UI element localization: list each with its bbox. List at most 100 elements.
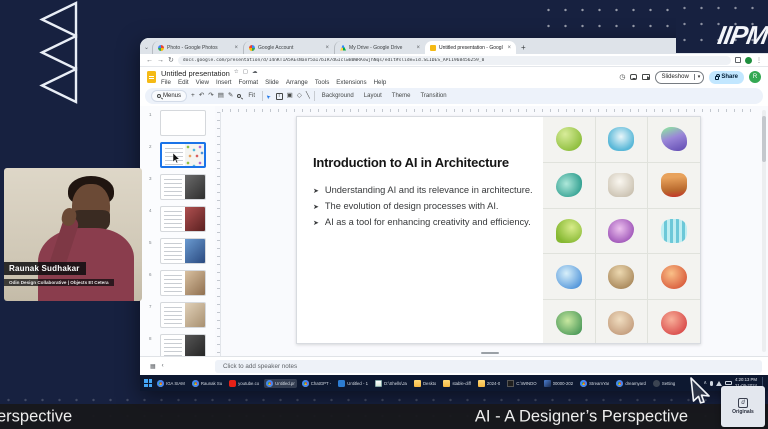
gallery-cell[interactable]: [648, 209, 700, 254]
taskbar-settings[interactable]: Setting: [651, 379, 677, 388]
tab-close-icon[interactable]: ×: [508, 45, 512, 51]
slide-title[interactable]: Introduction to AI in Architecture: [313, 155, 573, 170]
browser-tab[interactable]: Untitled presentation - Googl ×: [425, 41, 516, 54]
scrollbar-thumb[interactable]: [762, 116, 766, 162]
tab-close-icon[interactable]: ×: [326, 45, 330, 51]
gallery-cell[interactable]: [543, 163, 595, 208]
current-slide[interactable]: Introduction to AI in Architecture ➤ Und…: [296, 116, 701, 344]
taskbar-chrome-streamyard[interactable]: StreamYar: [578, 379, 611, 388]
gallery-cell[interactable]: [596, 254, 648, 299]
menu-item[interactable]: Extensions: [336, 79, 366, 86]
slide-thumbnail-5[interactable]: 5: [160, 238, 215, 264]
account-avatar[interactable]: R: [749, 71, 761, 83]
menu-item[interactable]: Insert: [216, 79, 231, 86]
meet-icon[interactable]: [642, 74, 650, 80]
taskbar-notepad[interactable]: D:\Shells\Ja: [373, 379, 409, 388]
text-box-icon[interactable]: T: [276, 93, 283, 100]
tab-close-icon[interactable]: ×: [235, 45, 239, 51]
slide-thumbnail-4[interactable]: 4: [160, 206, 215, 232]
tab-close-icon[interactable]: ×: [417, 45, 421, 51]
gallery-cell[interactable]: [596, 209, 648, 254]
taskbar-cmd[interactable]: C:\WINDO: [505, 379, 538, 388]
vertical-scrollbar[interactable]: [762, 110, 766, 352]
paint-format-icon[interactable]: ✎: [228, 93, 233, 100]
slide-thumbnail-2[interactable]: 2: [160, 142, 215, 168]
zoom-icon[interactable]: [237, 94, 241, 98]
taskbar-folder-2024[interactable]: 2024-0: [476, 379, 502, 388]
undo-icon[interactable]: ↶: [199, 93, 204, 100]
new-tab-button[interactable]: +: [521, 43, 526, 52]
browser-tab[interactable]: Photo - Google Photos ×: [152, 41, 243, 54]
taskbar-folder-desktop[interactable]: Deskto: [412, 379, 438, 388]
browser-tab[interactable]: Google Account ×: [243, 41, 334, 54]
toolbar-text-button[interactable]: Transition: [417, 93, 449, 99]
menu-item[interactable]: Tools: [315, 79, 329, 86]
new-slide-icon[interactable]: +: [191, 93, 195, 100]
gallery-cell[interactable]: [543, 209, 595, 254]
browser-tab[interactable]: My Drive - Google Drive ×: [334, 41, 425, 54]
gallery-cell[interactable]: [648, 300, 700, 343]
toolbar-text-button[interactable]: Theme: [389, 93, 414, 99]
slide-bullet-list[interactable]: ➤ Understanding AI and its relevance in …: [313, 183, 545, 231]
menus-search-button[interactable]: Menus: [151, 90, 187, 102]
slide-thumbnail-8[interactable]: 8: [160, 334, 215, 356]
reload-icon[interactable]: ↻: [168, 57, 174, 64]
taskbar-chrome-untitled[interactable]: Untitled.pr: [264, 379, 297, 388]
insert-image-icon[interactable]: ▣: [287, 93, 293, 100]
menu-item[interactable]: File: [161, 79, 171, 86]
gallery-cell[interactable]: [596, 117, 648, 162]
taskbar-chrome-dreamyard[interactable]: dreamyard: [614, 379, 648, 388]
star-icon[interactable]: ☆: [234, 70, 239, 76]
tab-search-icon[interactable]: ⌄: [144, 44, 149, 51]
redo-icon[interactable]: ↷: [208, 93, 213, 100]
toolbar-text-button[interactable]: Background: [319, 93, 357, 99]
insert-shape-icon[interactable]: ◇: [297, 93, 302, 100]
taskbar-youtube[interactable]: youtube.co: [227, 379, 261, 388]
menu-item[interactable]: Arrange: [286, 79, 308, 86]
taskbar-chrome-raunak[interactable]: Raunak Su: [190, 379, 224, 388]
taskbar-folder-stable-diff[interactable]: stable-diff: [441, 379, 473, 388]
comments-icon[interactable]: [630, 74, 637, 80]
grid-view-icon[interactable]: ▦: [150, 363, 156, 370]
gallery-cell[interactable]: [543, 300, 595, 343]
browser-menu-icon[interactable]: ⋮: [756, 57, 762, 64]
gallery-cell[interactable]: [648, 117, 700, 162]
menu-item[interactable]: Help: [374, 79, 387, 86]
google-slides-logo[interactable]: [147, 71, 156, 83]
menu-item[interactable]: Slide: [265, 79, 279, 86]
gallery-cell[interactable]: [543, 117, 595, 162]
toolbar-text-button[interactable]: Layout: [361, 93, 385, 99]
print-icon[interactable]: ▤: [218, 93, 224, 100]
gallery-cell[interactable]: [543, 254, 595, 299]
select-tool-icon[interactable]: ➤: [266, 92, 273, 99]
speaker-notes-input[interactable]: Click to add speaker notes: [215, 360, 762, 373]
version-history-icon[interactable]: ◷: [619, 74, 625, 81]
slide-thumbnail-3[interactable]: 3: [160, 174, 215, 200]
slide-thumbnail-7[interactable]: 7: [160, 302, 215, 328]
share-button[interactable]: Share: [709, 71, 744, 84]
taskbar-app-untitled[interactable]: Untitled - 1: [336, 379, 370, 388]
taskbar-chrome-iga[interactable]: IGA SIAM: [155, 379, 187, 388]
extensions-icon[interactable]: [735, 57, 741, 63]
address-bar[interactable]: docs.google.com/presentation/d/14nKT1A5A…: [178, 56, 731, 65]
battery-icon[interactable]: [725, 381, 732, 385]
gallery-cell[interactable]: [596, 300, 648, 343]
slideshow-button[interactable]: Slideshow ▾: [655, 71, 704, 84]
move-folder-icon[interactable]: ▢: [243, 70, 248, 76]
taskbar-chrome-chatgpt[interactable]: ChatGPT -: [300, 379, 333, 388]
browser-profile-avatar[interactable]: [745, 57, 752, 64]
menu-item[interactable]: Edit: [178, 79, 189, 86]
horizontal-scroll-dash[interactable]: [481, 352, 499, 354]
fit-zoom-select[interactable]: Fit: [245, 93, 258, 99]
gallery-cell[interactable]: [648, 163, 700, 208]
back-icon[interactable]: ←: [146, 57, 153, 64]
document-title[interactable]: Untitled presentation: [161, 69, 230, 78]
collapse-filmstrip-icon[interactable]: ‹: [162, 363, 164, 370]
forward-icon[interactable]: →: [157, 57, 164, 64]
wifi-icon[interactable]: [716, 381, 722, 386]
menu-item[interactable]: View: [196, 79, 209, 86]
start-button[interactable]: [144, 379, 152, 387]
slide-thumbnail-1[interactable]: 1: [160, 110, 215, 136]
slideshow-dropdown-icon[interactable]: ▾: [694, 74, 704, 80]
taskbar-image-viewer[interactable]: 00000-202: [542, 379, 576, 388]
